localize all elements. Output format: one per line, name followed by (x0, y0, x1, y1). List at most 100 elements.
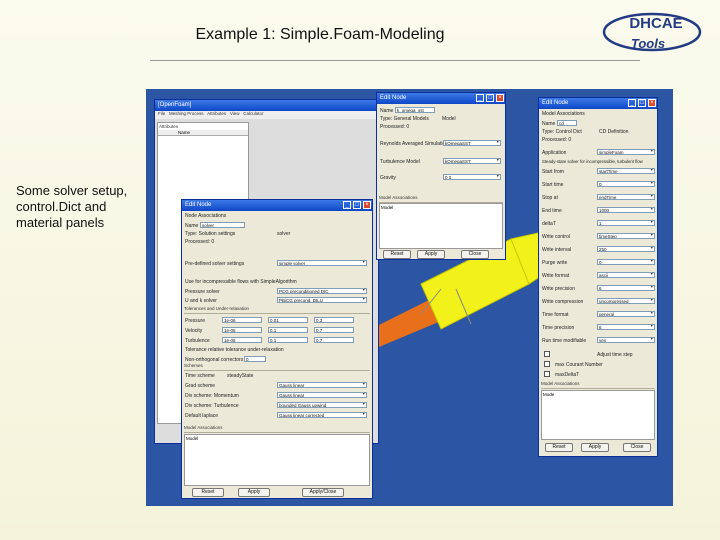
screenshot: [OpenFoam] File Meshing Process Attribut… (146, 89, 673, 506)
pressure-solver-label: Pressure solver (185, 289, 220, 295)
apply-button[interactable]: Apply (581, 443, 609, 452)
reset-button[interactable]: Reset (383, 250, 411, 259)
apply-close-button[interactable]: Apply/Close (302, 488, 344, 497)
menu-file[interactable]: File (158, 111, 165, 116)
solver-name-input[interactable]: solver (200, 222, 245, 228)
turbulence-tolerance[interactable]: 1e-05 (222, 337, 262, 343)
predefined-select[interactable]: simple solver (277, 260, 367, 266)
turbulence-model-select[interactable]: kOmegaSST (443, 158, 501, 164)
max-courant-checkbox[interactable] (544, 361, 550, 367)
turbulence-relax[interactable]: 0.7 (314, 337, 354, 343)
cd-assoc-header: Model Associations (541, 381, 655, 389)
cd-assoc-list: Mode (541, 390, 655, 440)
name-label: Name (185, 223, 199, 229)
cd-field-label: Write compression (542, 299, 584, 305)
main-window-title: [OpenFoam] (158, 102, 192, 108)
menu-calculator[interactable]: Calculator (243, 111, 263, 116)
cd-field-value[interactable]: yes (597, 337, 655, 343)
cd-field-value[interactable]: 6 (597, 285, 655, 291)
cd-field-label: End time (542, 208, 562, 214)
main-window-titlebar[interactable]: [OpenFoam] (155, 100, 378, 111)
maximize-icon[interactable]: □ (638, 99, 646, 107)
relax-row-name: Pressure (185, 318, 206, 324)
cd-field-value[interactable]: 1 (597, 220, 655, 226)
menu-view[interactable]: View (230, 111, 240, 116)
scheme-label: Div scheme: Momentum (185, 393, 239, 399)
gravity-select[interactable]: 0 0 (443, 174, 501, 180)
close-icon[interactable]: × (648, 99, 656, 107)
max-deltat-checkbox[interactable] (544, 371, 550, 377)
controldict-tab[interactable]: Model Associations (542, 111, 585, 117)
cd-field-value[interactable]: startTime (597, 168, 655, 174)
maximize-icon[interactable]: □ (353, 201, 361, 209)
cd-field-value[interactable]: 0 (597, 259, 655, 265)
pressure-reltol[interactable]: 0.01 (268, 317, 308, 323)
velocity-tolerance[interactable]: 1e-05 (222, 327, 262, 333)
div-turbulence-select[interactable]: bounded Gauss upwind (277, 402, 367, 408)
time-scheme-value: steadyState (227, 373, 254, 379)
cd-field-label: Write format (542, 273, 570, 279)
non-ortho-input[interactable]: 0 (244, 356, 266, 362)
logo-top-text: DHCAE (629, 15, 682, 32)
relax-row-name: Velocity (185, 328, 203, 334)
adjust-timestep-checkbox[interactable] (544, 351, 550, 357)
apply-button[interactable]: Apply (417, 250, 445, 259)
name-input[interactable]: k_omega_sst (395, 107, 435, 113)
minimize-icon[interactable]: _ (628, 99, 636, 107)
grad-scheme-select[interactable]: Gauss linear (277, 382, 367, 388)
reset-button[interactable]: Reset (192, 488, 224, 497)
menu-attributes[interactable]: Attributes (207, 111, 226, 116)
u-solver-select[interactable]: PBiCG precond. DILU (277, 297, 367, 303)
type-right-label: Model (442, 116, 456, 122)
cd-field-value[interactable]: 250 (597, 246, 655, 252)
cd-field-value[interactable]: timeStep (597, 233, 655, 239)
pressure-solver-select[interactable]: PCG preconditioned DIC (277, 288, 367, 294)
assoc-item[interactable]: Mode (542, 391, 654, 398)
close-icon[interactable]: × (363, 201, 371, 209)
laplace-select[interactable]: Gauss linear corrected (277, 412, 367, 418)
reset-button[interactable]: Reset (545, 443, 573, 452)
assoc-item[interactable]: Model (380, 204, 502, 211)
cd-field-value[interactable]: endTime (597, 194, 655, 200)
solver-window-title: Edit Node (185, 202, 212, 208)
velocity-reltol[interactable]: 0.1 (268, 327, 308, 333)
cd-field-value[interactable]: general (597, 311, 655, 317)
close-button[interactable]: Close (461, 250, 489, 259)
apply-button[interactable]: Apply (238, 488, 270, 497)
max-deltat-label: maxDeltaT (555, 372, 580, 378)
application-select[interactable]: simpleFoam (597, 149, 655, 155)
controldict-titlebar[interactable]: Edit Node _ □ × (539, 98, 657, 109)
minimize-icon[interactable]: _ (343, 201, 351, 209)
cd-name-input[interactable]: cd (557, 120, 577, 126)
cd-field-value[interactable]: ascii (597, 272, 655, 278)
solver-tab[interactable]: Node Associations (185, 213, 226, 219)
pressure-relax[interactable]: 0.3 (314, 317, 354, 323)
menu-meshing[interactable]: Meshing Process (169, 111, 204, 116)
ras-select[interactable]: kOmegaSST (443, 140, 501, 146)
turbulence-window-title: Edit Node (380, 95, 407, 101)
velocity-relax[interactable]: 0.7 (314, 327, 354, 333)
cd-field-label: Run time modifiable (542, 338, 587, 344)
assoc-item[interactable]: Model (185, 435, 369, 442)
solver-assoc-header: Model Associations (184, 425, 370, 433)
tree-column-name[interactable]: Name (158, 130, 248, 136)
close-icon[interactable]: × (496, 94, 504, 102)
close-button[interactable]: Close (623, 443, 651, 452)
gravity-label: Gravity (380, 175, 396, 181)
cd-field-value[interactable]: 0 (597, 181, 655, 187)
dhcae-logo: DHCAE Tools (602, 12, 702, 52)
name-label: Name (380, 108, 394, 114)
maximize-icon[interactable]: □ (486, 94, 494, 102)
cd-field-label: Start from (542, 169, 564, 175)
solver-titlebar[interactable]: Edit Node _ □ × (182, 200, 372, 211)
ras-label: Reynolds Averaged Simulation (380, 141, 449, 147)
relax-row-name: Turbulence (185, 338, 210, 344)
minimize-icon[interactable]: _ (476, 94, 484, 102)
cd-field-value[interactable]: 1000 (597, 207, 655, 213)
cd-field-value[interactable]: uncompressed (597, 298, 655, 304)
pressure-tolerance[interactable]: 1e-06 (222, 317, 262, 323)
turbulence-reltol[interactable]: 0.1 (268, 337, 308, 343)
div-momentum-select[interactable]: Gauss linear (277, 392, 367, 398)
turbulence-titlebar[interactable]: Edit Node _ □ × (377, 93, 505, 104)
cd-field-value[interactable]: 6 (597, 324, 655, 330)
